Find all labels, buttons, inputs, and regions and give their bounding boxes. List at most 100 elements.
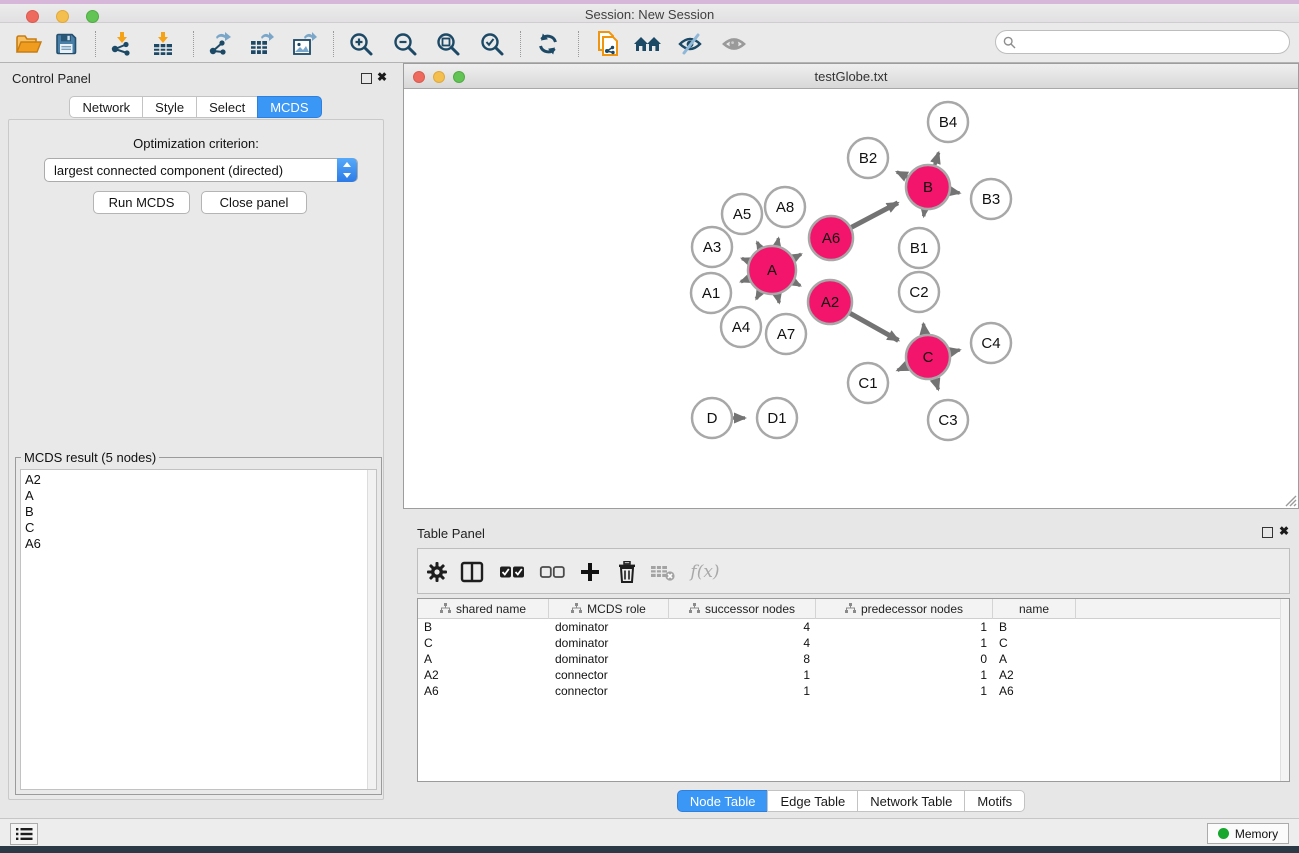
node-B2[interactable]: B2 (848, 138, 888, 178)
node-D1[interactable]: D1 (757, 398, 797, 438)
tab-edge-table[interactable]: Edge Table (767, 790, 858, 812)
column-header-successor-nodes[interactable]: successor nodes (669, 599, 816, 619)
function-builder-icon[interactable]: f(x) (686, 557, 724, 587)
mcds-result-item[interactable]: B (21, 504, 376, 520)
edge-A-A7[interactable] (777, 294, 779, 302)
zoom-in-icon[interactable] (344, 29, 378, 59)
mcds-result-item[interactable]: A6 (21, 536, 376, 552)
node-A2[interactable]: A2 (808, 280, 852, 324)
edge-B-B1[interactable] (924, 210, 925, 217)
close-panel-icon[interactable]: ✖ (377, 69, 387, 85)
node-A8[interactable]: A8 (765, 187, 805, 227)
table-row[interactable]: A2connector11A2 (418, 667, 1289, 683)
edge-C-C2[interactable] (923, 324, 924, 335)
node-C1[interactable]: C1 (848, 363, 888, 403)
mcds-result-item[interactable]: A (21, 488, 376, 504)
edge-A-A2[interactable] (794, 282, 800, 286)
float-panel-icon[interactable] (1262, 527, 1273, 538)
first-neighbors-icon[interactable] (631, 29, 665, 59)
refresh-icon[interactable] (531, 29, 565, 59)
edge-C-C3[interactable] (935, 379, 938, 390)
edge-A-A8[interactable] (777, 238, 778, 245)
tab-style[interactable]: Style (142, 96, 197, 118)
node-B[interactable]: B (906, 165, 950, 209)
select-all-icon[interactable] (497, 557, 527, 587)
node-C4[interactable]: C4 (971, 323, 1011, 363)
scrollbar[interactable] (367, 470, 376, 789)
edge-A2-C[interactable] (850, 313, 898, 340)
table-row[interactable]: Bdominator41B (418, 619, 1289, 635)
zoom-out-icon[interactable] (388, 29, 422, 59)
node-C[interactable]: C (906, 335, 950, 379)
edge-C-C1[interactable] (897, 366, 907, 370)
edge-B-B2[interactable] (897, 172, 908, 177)
tab-network-table[interactable]: Network Table (857, 790, 965, 812)
memory-button[interactable]: Memory (1207, 823, 1289, 844)
zoom-selected-icon[interactable] (475, 29, 509, 59)
column-header-predecessor-nodes[interactable]: predecessor nodes (816, 599, 993, 619)
save-session-icon[interactable] (49, 29, 83, 59)
table-row[interactable]: A6connector11A6 (418, 683, 1289, 699)
deselect-all-icon[interactable] (537, 557, 567, 587)
add-icon[interactable] (575, 557, 605, 587)
export-image-icon[interactable] (287, 29, 321, 59)
column-header-name[interactable]: name (993, 599, 1076, 619)
export-network-icon[interactable] (202, 29, 236, 59)
node-A4[interactable]: A4 (721, 307, 761, 347)
tab-mcds[interactable]: MCDS (257, 96, 321, 118)
zoom-fit-icon[interactable] (431, 29, 465, 59)
table-row[interactable]: Cdominator41C (418, 635, 1289, 651)
window-resize-grip[interactable] (1283, 493, 1297, 507)
node-A6[interactable]: A6 (809, 216, 853, 260)
import-network-icon[interactable] (105, 29, 139, 59)
search-input[interactable] (1020, 32, 1282, 52)
edge-B-B3[interactable] (951, 191, 960, 193)
close-panel-button[interactable]: Close panel (201, 191, 307, 214)
edge-A-A3[interactable] (742, 259, 749, 262)
edge-C-C4[interactable] (951, 350, 960, 352)
node-B1[interactable]: B1 (899, 228, 939, 268)
column-header-MCDS-role[interactable]: MCDS role (549, 599, 669, 619)
edge-A-A5[interactable] (757, 242, 760, 248)
new-network-from-selection-icon[interactable] (590, 29, 624, 59)
tab-node-table[interactable]: Node Table (677, 790, 769, 812)
node-A5[interactable]: A5 (722, 194, 762, 234)
float-panel-icon[interactable] (361, 73, 372, 84)
criterion-dropdown[interactable]: largest connected component (directed) (44, 158, 358, 182)
node-C3[interactable]: C3 (928, 400, 968, 440)
node-A3[interactable]: A3 (692, 227, 732, 267)
delete-icon[interactable] (612, 557, 642, 587)
delete-table-icon[interactable] (648, 557, 678, 587)
node-C2[interactable]: C2 (899, 272, 939, 312)
node-A7[interactable]: A7 (766, 314, 806, 354)
node-B3[interactable]: B3 (971, 179, 1011, 219)
edge-A-A6[interactable] (794, 254, 801, 258)
network-window-titlebar[interactable]: testGlobe.txt (404, 64, 1298, 89)
hide-selected-icon[interactable] (674, 29, 708, 59)
settings-gear-icon[interactable] (422, 557, 452, 587)
scrollbar[interactable] (1280, 599, 1289, 781)
edge-B-B4[interactable] (935, 153, 939, 165)
import-table-icon[interactable] (146, 29, 180, 59)
mcds-result-item[interactable]: A2 (21, 472, 376, 488)
mcds-result-item[interactable]: C (21, 520, 376, 536)
node-A[interactable]: A (748, 246, 796, 294)
panel-menu-button[interactable] (10, 823, 38, 845)
edge-A-A1[interactable] (741, 279, 749, 282)
edge-A-A4[interactable] (756, 292, 760, 299)
column-header-shared-name[interactable]: shared name (418, 599, 549, 619)
node-D[interactable]: D (692, 398, 732, 438)
open-file-icon[interactable] (11, 29, 45, 59)
export-table-icon[interactable] (244, 29, 278, 59)
close-panel-icon[interactable]: ✖ (1279, 523, 1289, 539)
tab-select[interactable]: Select (196, 96, 258, 118)
show-columns-icon[interactable] (457, 557, 487, 587)
node-A1[interactable]: A1 (691, 273, 731, 313)
tab-motifs[interactable]: Motifs (964, 790, 1025, 812)
node-B4[interactable]: B4 (928, 102, 968, 142)
table-row[interactable]: Adominator80A (418, 651, 1289, 667)
network-canvas[interactable]: B4 B2 B B3 A5A8A6 A3 B1 A A1 C2 A2 A4A7 C4 C C1 C3 D D1 (404, 89, 1298, 508)
show-all-icon[interactable] (718, 29, 752, 59)
edge-A6-B[interactable] (851, 203, 898, 228)
tab-network[interactable]: Network (69, 96, 143, 118)
